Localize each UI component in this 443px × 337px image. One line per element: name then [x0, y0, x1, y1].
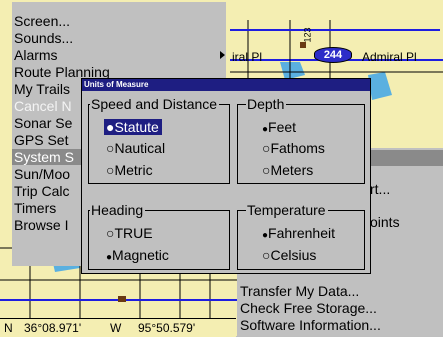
submenu-item-software-info[interactable]: Software Information...: [240, 317, 381, 333]
option-label: Metric: [114, 162, 153, 178]
submenu-item-transfer[interactable]: Transfer My Data...: [240, 283, 359, 299]
option-label: Statute: [114, 119, 159, 135]
temperature-label: Temperature: [246, 202, 328, 218]
menu-item-gps-setup[interactable]: GPS Set: [14, 132, 68, 148]
option-label: Fathoms: [270, 140, 325, 156]
option-label: Nautical: [114, 140, 166, 156]
highway-shield: 244: [314, 47, 352, 63]
menu-item-timers[interactable]: Timers: [14, 200, 56, 216]
map-road-label: iral Pl: [232, 50, 263, 64]
option-fathoms[interactable]: ○Fathoms: [262, 140, 325, 156]
latitude-hemisphere: N: [4, 321, 13, 335]
option-feet[interactable]: ●Feet: [262, 119, 296, 135]
menu-item-sun-moon[interactable]: Sun/Moo: [14, 166, 70, 182]
submenu-arrow-icon: [220, 51, 225, 59]
menu-item-browse[interactable]: Browse I: [14, 217, 68, 233]
longitude-value: 95°50.579': [138, 321, 196, 335]
option-label: Feet: [268, 119, 297, 135]
option-nautical[interactable]: ○Nautical: [106, 140, 165, 156]
option-meters[interactable]: ○Meters: [262, 162, 313, 178]
menu-item-screen[interactable]: Screen...: [14, 13, 70, 29]
option-label: Meters: [270, 162, 314, 178]
menu-item-cancel: Cancel N: [14, 98, 72, 114]
option-statute[interactable]: ●Statute: [104, 119, 162, 135]
map-road-label: Admiral Pl: [362, 50, 417, 64]
menu-item-alarms[interactable]: Alarms: [14, 47, 58, 63]
speed-distance-label: Speed and Distance: [90, 96, 220, 112]
menu-item-sonar-setup[interactable]: Sonar Se: [14, 115, 72, 131]
submenu-item-check-storage[interactable]: Check Free Storage...: [240, 300, 377, 316]
menu-item-trip-calc[interactable]: Trip Calc: [14, 183, 70, 199]
latitude-value: 36°08.971': [24, 321, 82, 335]
option-label: Magnetic: [112, 247, 169, 263]
heading-label: Heading: [90, 202, 146, 218]
option-fahrenheit[interactable]: ●Fahrenheit: [262, 225, 335, 241]
option-label: Fahrenheit: [268, 225, 335, 241]
dialog-title: Units of Measure: [82, 79, 370, 91]
option-magnetic[interactable]: ●Magnetic: [106, 247, 169, 263]
units-of-measure-dialog: Units of Measure Speed and Distance ●Sta…: [81, 78, 371, 274]
option-true[interactable]: ○TRUE: [106, 225, 153, 241]
depth-label: Depth: [246, 96, 287, 112]
map-road-label: 123: [302, 27, 313, 43]
submenu-item-waypoints[interactable]: oints: [370, 214, 400, 230]
submenu-item-reset[interactable]: rt...: [370, 181, 390, 197]
longitude-hemisphere: W: [110, 321, 122, 335]
option-celsius[interactable]: ○Celsius: [262, 247, 316, 263]
option-label: Celsius: [270, 247, 317, 263]
menu-item-sounds[interactable]: Sounds...: [14, 30, 73, 46]
option-metric[interactable]: ○Metric: [106, 162, 153, 178]
position-status-bar: N 36°08.971' W 95°50.579': [0, 318, 236, 337]
option-label: TRUE: [114, 225, 153, 241]
menu-item-my-trails[interactable]: My Trails: [14, 81, 70, 97]
